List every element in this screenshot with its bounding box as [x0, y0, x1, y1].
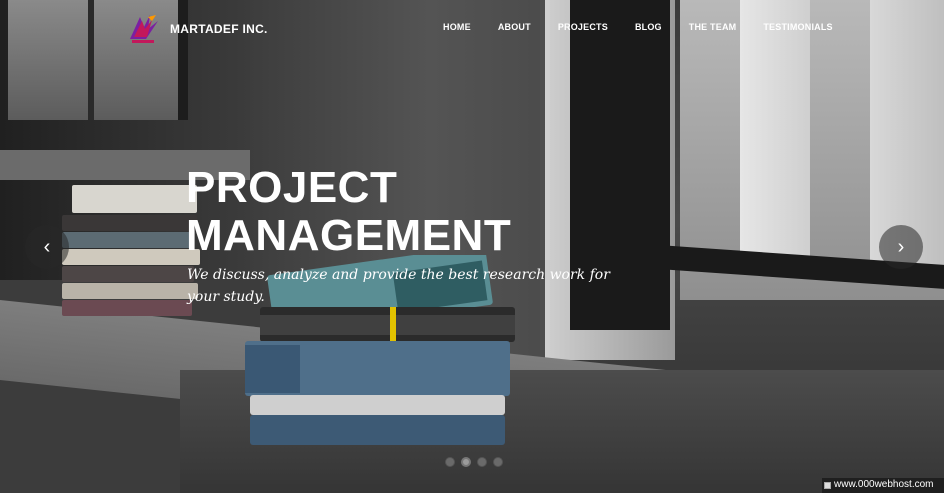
broken-image-icon	[824, 482, 831, 489]
nav-link-the-team[interactable]: THE TEAM	[689, 22, 737, 32]
nav-link-projects[interactable]: PROJECTS	[558, 22, 608, 32]
nav-link-home[interactable]: HOME	[443, 22, 471, 32]
nav-link-about[interactable]: ABOUT	[498, 22, 531, 32]
carousel-indicator-dot[interactable]	[477, 457, 487, 467]
hero-title-line2: MANAGEMENT	[186, 211, 512, 260]
book-stack-left	[62, 185, 202, 335]
brand-name: MARTADEF INC.	[170, 22, 268, 36]
chevron-right-icon: ›	[897, 235, 905, 258]
chevron-left-icon: ‹	[43, 235, 51, 258]
hero-title: PROJECT MANAGEMENT	[186, 164, 511, 260]
carousel-prev-button[interactable]: ‹	[25, 225, 69, 269]
carousel-next-button[interactable]: ›	[879, 225, 923, 269]
hosting-badge[interactable]: www.000webhost.com	[822, 478, 944, 493]
carousel-indicator-dot[interactable]	[493, 457, 503, 467]
hero-subtitle: We discuss, analyze and provide the best…	[187, 267, 610, 305]
nav-menu: HOME ABOUT PROJECTS BLOG THE TEAM TESTIM…	[443, 22, 860, 32]
carousel-indicators	[445, 457, 509, 467]
martadef-logo-icon	[126, 11, 162, 47]
nav-link-testimonials[interactable]: TESTIMONIALS	[763, 22, 832, 32]
hero-title-line1: PROJECT	[186, 163, 398, 212]
nav-link-blog[interactable]: BLOG	[635, 22, 662, 32]
top-navbar: MARTADEF INC. HOME ABOUT PROJECTS BLOG T…	[0, 0, 944, 56]
carousel-indicator-dot[interactable]	[445, 457, 455, 467]
brand[interactable]: MARTADEF INC.	[126, 11, 268, 47]
carousel-indicator-dot[interactable]	[461, 457, 471, 467]
hosting-badge-text: www.000webhost.com	[834, 479, 934, 490]
